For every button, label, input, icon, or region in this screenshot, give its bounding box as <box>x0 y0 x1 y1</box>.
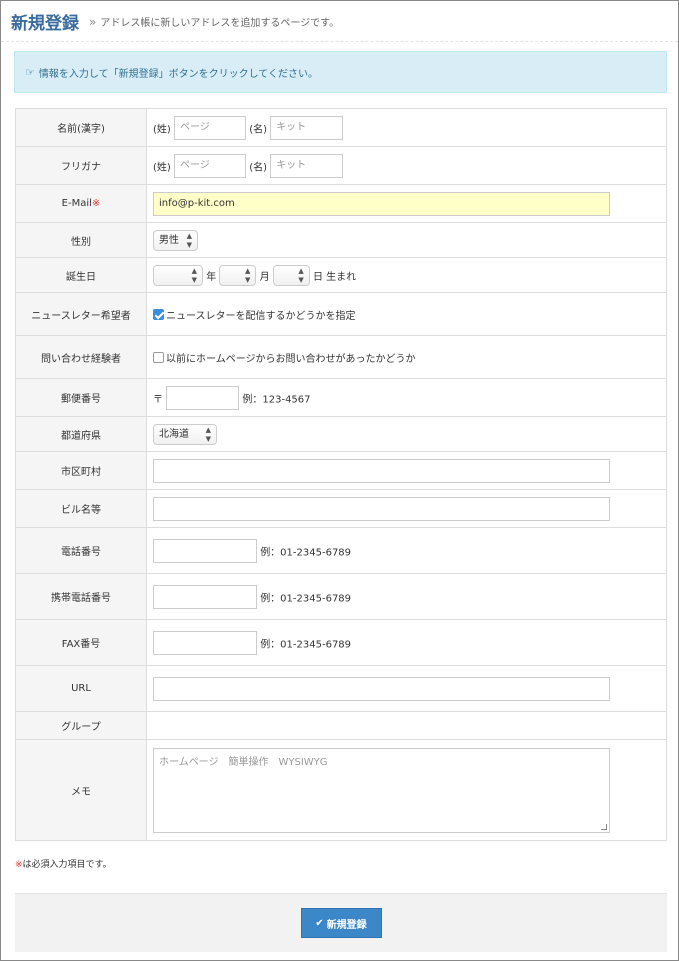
postal-code-input[interactable] <box>166 385 240 410</box>
required-mark: ※ <box>91 198 101 209</box>
city-input[interactable] <box>153 458 610 483</box>
field-label: 電話番号 <box>15 527 147 574</box>
form-row-kana: フリガナ (姓) ページ (名) キット <box>15 146 667 185</box>
field-label: 市区町村 <box>15 451 147 490</box>
hand-pointer-icon: ☞ <box>25 65 35 79</box>
inquiry-checkbox-label[interactable]: 以前にホームページからお問い合わせがあったかどうか <box>166 354 416 365</box>
birth-year-select[interactable]: ▲ ▼ <box>153 264 203 286</box>
form-row-inquiry: 問い合わせ経験者 以前にホームページからお問い合わせがあったかどうか <box>15 335 667 379</box>
updown-arrow-icon: ▲ ▼ <box>186 231 192 249</box>
chevron-right-icon: » <box>89 14 97 29</box>
day-suffix: 日 生まれ <box>312 271 357 283</box>
sei-prefix: (姓) <box>153 124 171 135</box>
required-note-text: は必須入力項目です。 <box>22 860 112 870</box>
field-label: ニュースレター希望者 <box>15 292 147 336</box>
field-label: メモ <box>15 739 147 841</box>
check-icon: ✔ <box>315 917 324 929</box>
postal-prefix: 〒 <box>153 394 163 405</box>
form-row-name: 名前(漢字) (姓) ページ (名) キット <box>15 108 667 147</box>
field-label: 郵便番号 <box>15 378 147 417</box>
mobile-example: 例：01-2345-6789 <box>260 593 352 604</box>
birth-month-select[interactable]: ▲ ▼ <box>219 264 257 286</box>
inquiry-checkbox[interactable] <box>153 351 164 363</box>
required-mark: ※ <box>15 860 23 870</box>
kana-mei-input[interactable]: キット <box>270 153 344 178</box>
prefecture-select[interactable]: 北海道 ▲ ▼ <box>153 423 217 445</box>
gender-selected: 男性 <box>159 234 179 246</box>
fax-input[interactable] <box>153 630 257 655</box>
form-row-phone: 電話番号 例：01-2345-6789 <box>15 527 667 574</box>
sei-prefix: (姓) <box>153 162 171 173</box>
required-note: ※は必須入力項目です。 <box>15 857 112 870</box>
phone-input[interactable] <box>153 538 257 563</box>
month-suffix: 月 <box>259 271 270 283</box>
field-label: 誕生日 <box>15 257 147 293</box>
form-row-fax: FAX番号 例：01-2345-6789 <box>15 619 667 666</box>
field-label: ビル名等 <box>15 489 147 528</box>
name-mei-input[interactable]: キット <box>270 115 344 140</box>
mei-prefix: (名) <box>249 124 267 135</box>
memo-textarea[interactable]: ホームページ 簡単操作 WYSIWYG <box>153 747 610 833</box>
form-row-newsletter: ニュースレター希望者 ニュースレターを配信するかどうかを指定 <box>15 292 667 336</box>
phone-example: 例：01-2345-6789 <box>260 547 352 558</box>
kana-sei-input[interactable]: ページ <box>174 153 246 178</box>
updown-arrow-icon: ▲ ▼ <box>298 266 304 284</box>
url-input[interactable] <box>153 676 610 701</box>
birth-day-select[interactable]: ▲ ▼ <box>272 264 310 286</box>
field-label: 名前(漢字) <box>15 108 147 147</box>
info-alert: ☞ 情報を入力して「新規登録」ボタンをクリックしてください。 <box>14 51 667 93</box>
form-row-memo: メモ ホームページ 簡単操作 WYSIWYG <box>15 739 667 841</box>
form-footer: ✔ 新規登録 <box>15 893 667 952</box>
page-frame: 新規登録 » アドレス帳に新しいアドレスを追加するページです。 ☞ 情報を入力して… <box>0 0 679 961</box>
field-label: URL <box>15 665 147 712</box>
address-form: 名前(漢字) (姓) ページ (名) キット フリガナ (姓) ページ (名) … <box>15 108 667 841</box>
subtitle-text: アドレス帳に新しいアドレスを追加するページです。 <box>100 17 340 29</box>
alert-text: 情報を入力して「新規登録」ボタンをクリックしてください。 <box>38 68 318 80</box>
updown-arrow-icon: ▲ ▼ <box>244 266 251 284</box>
mobile-input[interactable] <box>153 584 257 609</box>
page-title: 新規登録 <box>11 13 79 34</box>
field-label: 都道府県 <box>15 416 147 452</box>
updown-arrow-icon: ▲ ▼ <box>191 266 197 284</box>
form-row-prefecture: 都道府県 北海道 ▲ ▼ <box>15 416 667 452</box>
prefecture-selected: 北海道 <box>159 428 189 440</box>
form-row-url: URL <box>15 665 667 712</box>
resize-grip-icon[interactable] <box>601 823 607 830</box>
page-header: 新規登録 » アドレス帳に新しいアドレスを追加するページです。 <box>1 1 678 42</box>
page-subtitle: » アドレス帳に新しいアドレスを追加するページです。 <box>89 14 339 29</box>
field-label: FAX番号 <box>15 619 147 666</box>
building-input[interactable] <box>153 496 610 521</box>
form-row-group: グループ <box>15 711 667 740</box>
year-suffix: 年 <box>206 271 217 283</box>
mei-prefix: (名) <box>249 162 267 173</box>
updown-arrow-icon: ▲ ▼ <box>205 425 211 443</box>
field-label: グループ <box>15 711 147 740</box>
memo-placeholder: ホームページ 簡単操作 WYSIWYG <box>159 756 328 768</box>
form-row-gender: 性別 男性 ▲ ▼ <box>15 222 667 258</box>
field-label: 携帯電話番号 <box>15 573 147 620</box>
form-row-city: 市区町村 <box>15 451 667 490</box>
email-input[interactable]: info@p-kit.com <box>153 191 610 216</box>
form-row-mobile: 携帯電話番号 例：01-2345-6789 <box>15 573 667 620</box>
form-row-building: ビル名等 <box>15 489 667 528</box>
newsletter-checkbox-label[interactable]: ニュースレターを配信するかどうかを指定 <box>166 311 356 322</box>
fax-example: 例：01-2345-6789 <box>260 639 352 650</box>
newsletter-checkbox[interactable] <box>153 308 164 320</box>
field-label: フリガナ <box>15 146 147 185</box>
field-label: 問い合わせ経験者 <box>15 335 147 379</box>
name-sei-input[interactable]: ページ <box>174 115 246 140</box>
submit-label: 新規登録 <box>326 919 367 931</box>
gender-select[interactable]: 男性 ▲ ▼ <box>153 229 198 251</box>
field-label: E-Mail <box>61 198 92 209</box>
postal-example: 例：123-4567 <box>242 394 311 405</box>
field-label: 性別 <box>15 222 147 258</box>
form-row-birthday: 誕生日 ▲ ▼ 年 ▲ ▼ 月 ▲ ▼ 日 生まれ <box>15 257 667 293</box>
submit-button[interactable]: ✔ 新規登録 <box>300 908 382 938</box>
form-row-postal: 郵便番号 〒 例：123-4567 <box>15 378 667 417</box>
form-row-email: E-Mail※ info@p-kit.com <box>15 184 667 223</box>
